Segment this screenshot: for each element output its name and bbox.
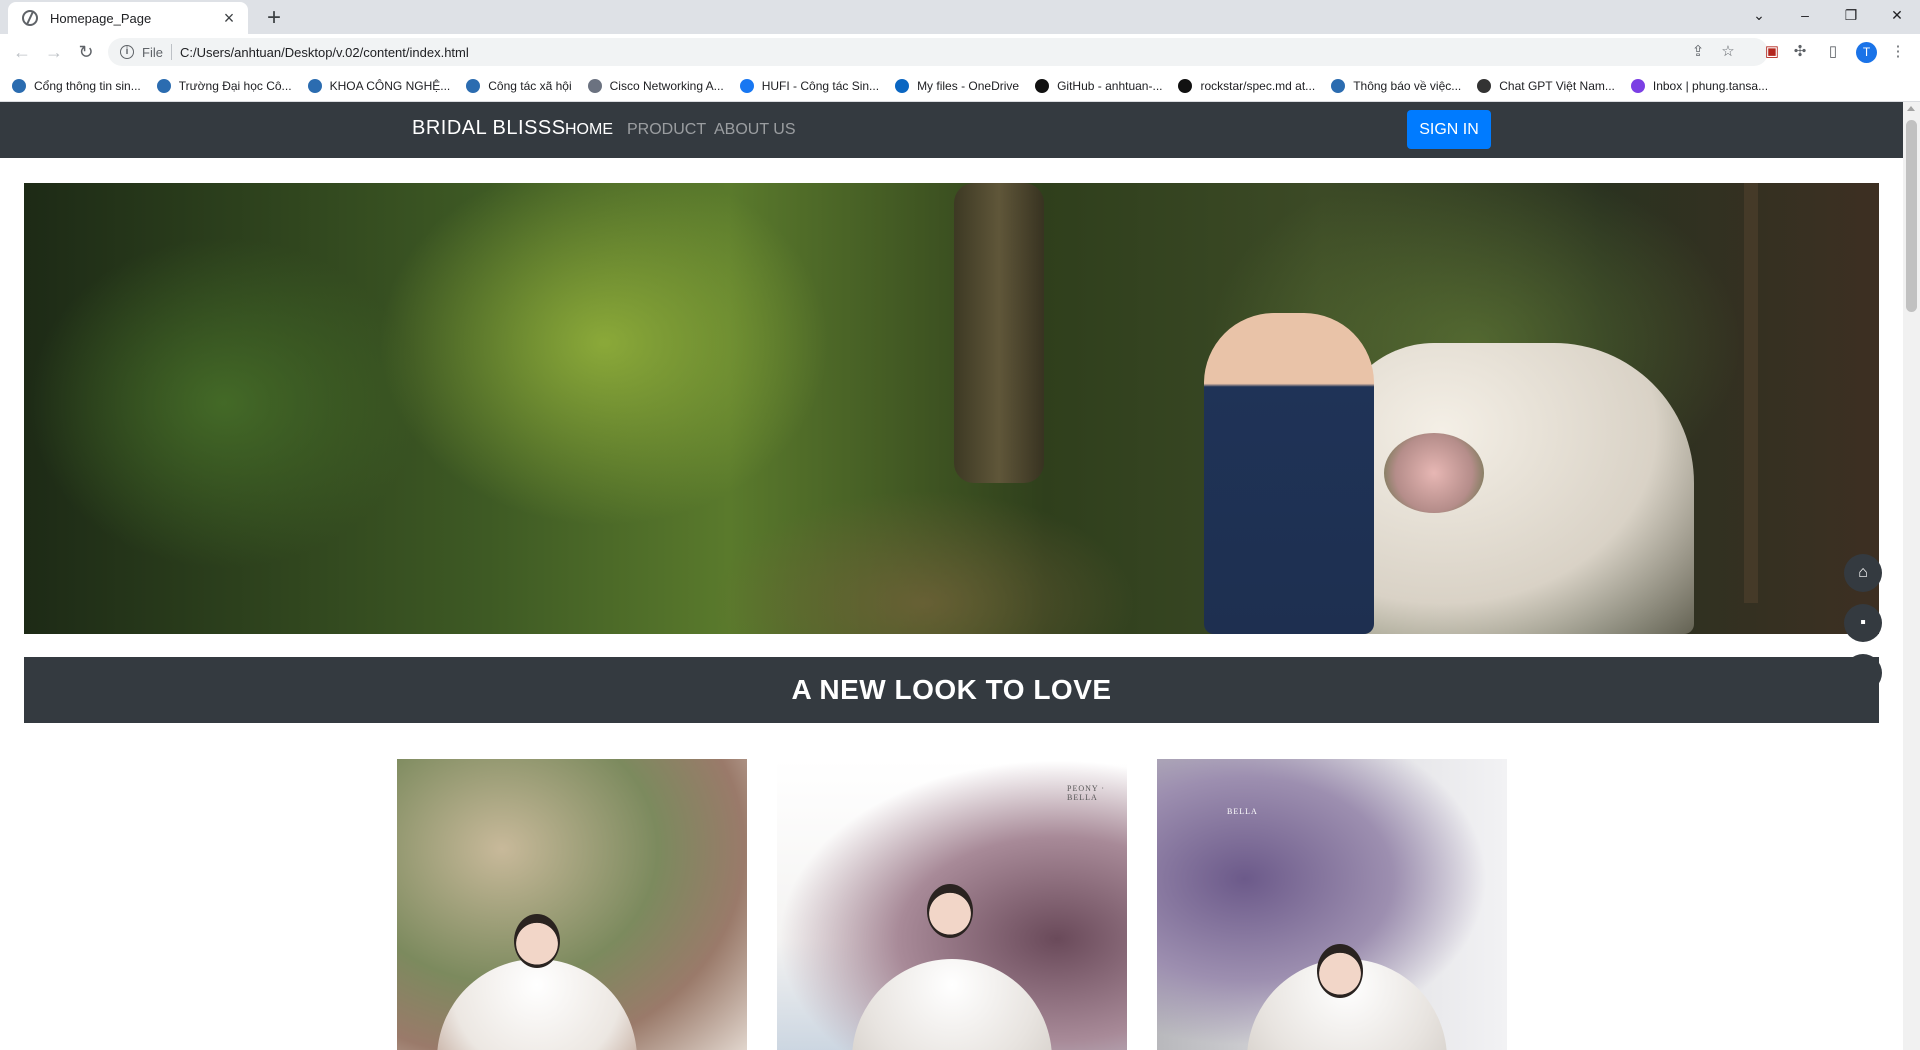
globe-icon [12, 78, 26, 93]
bookmark-item[interactable]: Chat GPT Việt Nam... [1477, 78, 1615, 93]
bookmark-item[interactable]: GitHub - anhtuan-... [1035, 78, 1163, 93]
profile-avatar[interactable]: T [1856, 42, 1877, 63]
page-viewport: BRIDAL BLISSS HOME PRODUCT ABOUT US SIGN… [0, 102, 1903, 1050]
browser-tab-strip: Homepage_Page × + ⌄ – ❐ ✕ [0, 0, 1920, 34]
chatgpt-icon [1477, 78, 1492, 93]
model-head [927, 884, 973, 938]
bookmark-star-icon[interactable]: ☆ [1718, 42, 1738, 62]
bookmark-item[interactable]: Thông báo về việc... [1331, 78, 1462, 93]
bookmark-item[interactable]: Inbox | phung.tansa... [1630, 78, 1769, 93]
product-card-3[interactable]: BELLA [1157, 759, 1507, 1050]
bookmark-item[interactable]: My files - OneDrive [895, 78, 1020, 93]
card-logo: BELLA [1227, 807, 1258, 816]
card-logo: PEONY · BELLA [1067, 784, 1106, 802]
nav-product-link[interactable]: PRODUCT [627, 121, 706, 139]
bookmarks-bar: Cổng thông tin sin... Trường Đại học Cô..… [0, 70, 1920, 102]
bookmark-item[interactable]: HUFI - Công tác Sin... [739, 78, 880, 93]
scrollbar-thumb[interactable] [1906, 120, 1917, 312]
tree-trunk-thin [1744, 183, 1758, 603]
school-icon [466, 78, 481, 93]
mail-icon [1630, 78, 1645, 93]
forward-button[interactable]: → [42, 40, 66, 64]
more-menu-icon[interactable]: ⋮ [1888, 42, 1908, 62]
tab-search-icon[interactable]: ⌄ [1736, 0, 1782, 30]
bookmark-label: My files - OneDrive [917, 78, 1020, 93]
nav-home-link[interactable]: HOME [565, 121, 613, 139]
reload-button[interactable]: ↻ [74, 40, 98, 64]
bookmark-label: Inbox | phung.tansa... [1652, 78, 1769, 93]
bookmark-label: KHOA CÔNG NGHỆ... [329, 78, 451, 93]
bookmark-item[interactable]: Công tác xã hội [466, 78, 572, 93]
info-icon[interactable]: i [120, 45, 134, 59]
bookmark-label: Công tác xã hội [488, 78, 572, 93]
site-brand[interactable]: BRIDAL BLISSS [412, 117, 566, 140]
cisco-icon [587, 78, 602, 93]
close-window-button[interactable]: ✕ [1874, 0, 1920, 30]
bookmark-label: Trường Đại học Cô... [178, 78, 292, 93]
github-icon [1035, 78, 1050, 93]
tagline-heading: A NEW LOOK TO LOVE [791, 674, 1112, 705]
product-card-1[interactable] [397, 759, 747, 1050]
nav-about-link[interactable]: ABOUT US [714, 121, 796, 139]
globe-icon [22, 10, 38, 26]
page-scrollbar[interactable] [1903, 102, 1920, 1050]
facebook-icon [739, 78, 754, 93]
onedrive-icon [895, 78, 910, 93]
bookmark-label: GitHub - anhtuan-... [1057, 78, 1163, 93]
address-bar[interactable]: i File C:/Users/anhtuan/Desktop/v.02/con… [108, 38, 1768, 66]
github-icon [1178, 78, 1193, 93]
model-head [1317, 944, 1363, 998]
hero-banner-image [24, 183, 1879, 634]
model-head [514, 914, 560, 968]
bookmark-item[interactable]: rockstar/spec.md at... [1178, 78, 1316, 93]
new-tab-button[interactable]: + [260, 4, 288, 32]
school-icon [307, 78, 322, 93]
scroll-up-icon[interactable] [1907, 106, 1915, 111]
school-icon [156, 78, 171, 93]
bookmark-item[interactable]: Trường Đại học Cô... [156, 78, 292, 93]
extensions-puzzle-icon[interactable]: ✣ [1790, 42, 1810, 62]
bookmark-item[interactable]: Cisco Networking A... [587, 78, 724, 93]
scheme-label: File [142, 44, 163, 60]
minimize-button[interactable]: – [1782, 0, 1828, 30]
tagline-banner: A NEW LOOK TO LOVE [24, 657, 1879, 723]
bookmark-item[interactable]: Cổng thông tin sin... [12, 78, 141, 93]
bookmark-label: rockstar/spec.md at... [1200, 78, 1316, 93]
bookmark-label: Cisco Networking A... [609, 78, 724, 93]
extension-icon[interactable]: ▣ [1762, 42, 1782, 62]
share-icon[interactable]: ⇪ [1688, 42, 1708, 62]
restore-button[interactable]: ❐ [1828, 0, 1874, 30]
url-text[interactable]: C:/Users/anhtuan/Desktop/v.02/content/in… [180, 45, 469, 60]
back-button[interactable]: ← [10, 40, 34, 64]
address-divider [170, 44, 172, 60]
browser-toolbar: ← → ↻ i File C:/Users/anhtuan/Desktop/v.… [0, 34, 1920, 70]
school-icon [1331, 78, 1346, 93]
close-tab-icon[interactable]: × [220, 8, 238, 29]
bookmark-label: Chat GPT Việt Nam... [1499, 78, 1615, 93]
sign-in-button[interactable]: SIGN IN [1407, 110, 1491, 149]
browser-tab[interactable]: Homepage_Page × [8, 2, 248, 34]
bouquet [1384, 433, 1484, 513]
bookmark-item[interactable]: KHOA CÔNG NGHỆ... [307, 78, 451, 93]
bookmark-label: Cổng thông tin sin... [34, 78, 141, 93]
home-icon[interactable]: ⌂ [1844, 554, 1882, 592]
bookmark-label: HUFI - Công tác Sin... [761, 78, 880, 93]
shopping-bag-icon[interactable]: ▪ [1844, 604, 1882, 642]
bookmark-label: Thông báo về việc... [1353, 78, 1462, 93]
tab-title: Homepage_Page [50, 10, 152, 26]
groom-figure [1204, 313, 1374, 634]
product-card-2[interactable]: PEONY · BELLA [777, 759, 1127, 1050]
side-panel-icon[interactable]: ▯ [1823, 42, 1843, 62]
site-navbar: BRIDAL BLISSS HOME PRODUCT ABOUT US SIGN… [0, 102, 1903, 158]
tree-trunk [954, 183, 1044, 483]
